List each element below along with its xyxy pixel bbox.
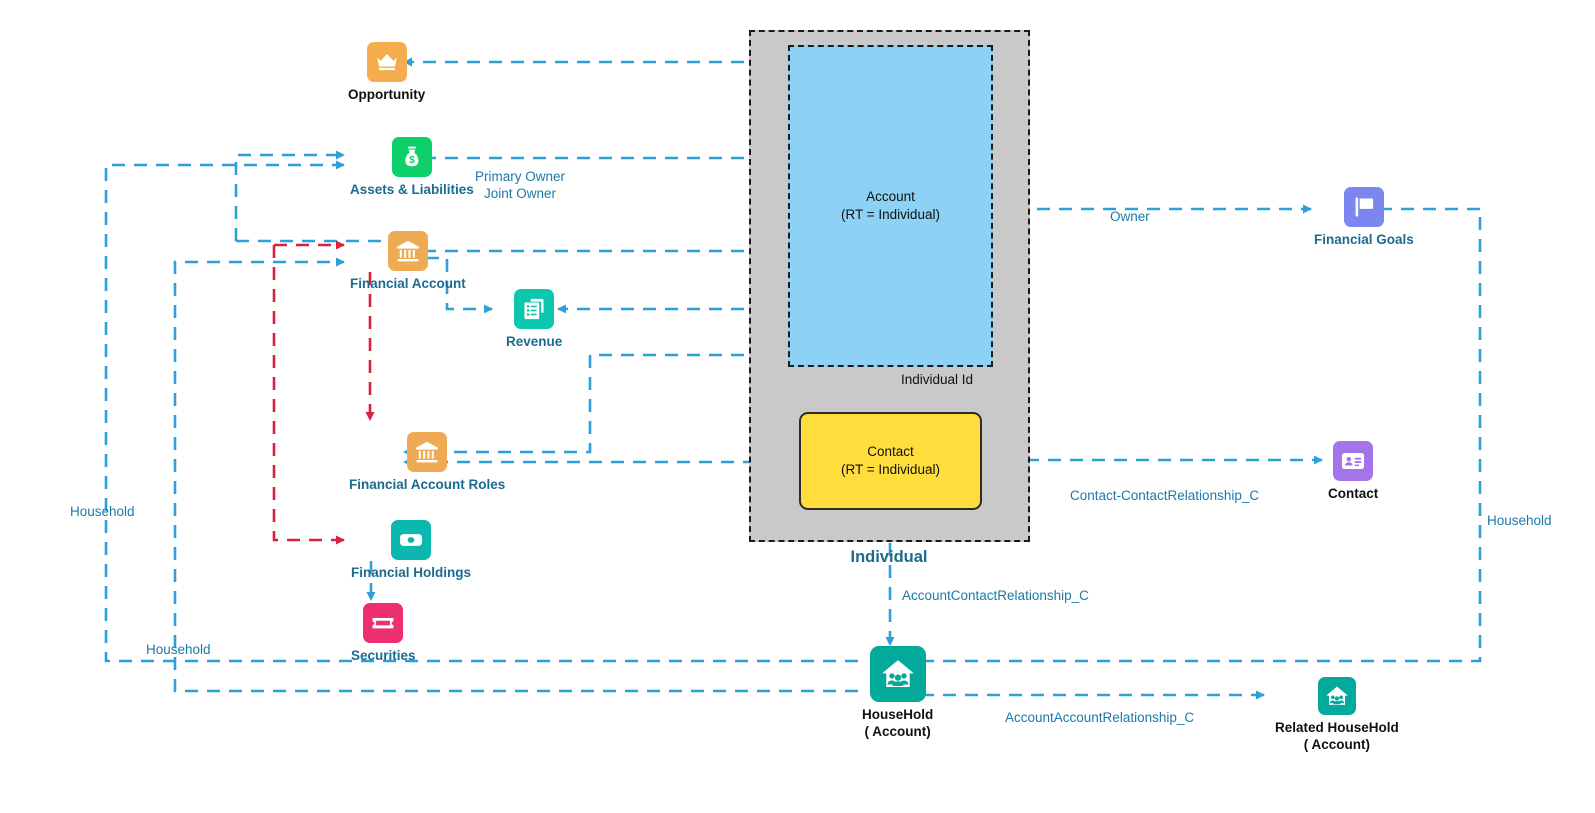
node-label-household-line1: HouseHold (862, 707, 934, 722)
node-financial-account[interactable]: Financial Account (350, 231, 466, 293)
node-revenue[interactable]: Revenue (506, 289, 562, 351)
edge-label-household-left-upper: Household (70, 504, 135, 519)
flag-icon (1343, 187, 1384, 227)
edge-label-contact-contact-relationship: Contact-ContactRelationship_C (1070, 488, 1260, 503)
group-title-individual: Individual (850, 548, 928, 566)
documents-icon (514, 289, 555, 329)
edge-label-primary-owner: Primary Owner (474, 169, 565, 184)
edge-label-account-account-relationship: AccountAccountRelationship_C (1005, 710, 1195, 725)
node-opportunity[interactable]: Opportunity (348, 42, 425, 104)
node-label-opportunity: Opportunity (348, 87, 426, 102)
contact-box[interactable]: Contact (RT = Individual) (799, 412, 982, 510)
bank-icon (407, 432, 448, 472)
diagram-canvas: Account (RT = Individual) Contact (RT = … (0, 0, 1595, 813)
contact-box-line1: Contact (867, 444, 914, 460)
crown-icon (366, 42, 407, 82)
node-label-related-household-line1: Related HouseHold (1275, 720, 1399, 735)
edge-inner-left-loop-assets (234, 150, 345, 241)
svg-text:$: $ (409, 155, 415, 166)
node-assets-liabilities[interactable]: $ Assets & Liabilities (350, 137, 474, 199)
account-box-text: Account (RT = Individual) (841, 188, 940, 223)
node-label-related-household: Related HouseHold ( Account) (1275, 720, 1399, 754)
contact-box-text: Contact (RT = Individual) (841, 443, 940, 478)
node-label-household: HouseHold ( Account) (862, 707, 933, 741)
node-label-financial-account: Financial Account (350, 276, 466, 291)
edge-label-household-left-lower: Household (146, 642, 211, 657)
edge-label-account-contact-relationship: AccountContactRelationship_C (902, 588, 1089, 603)
node-label-financial-account-roles: Financial Account Roles (349, 477, 506, 492)
node-securities[interactable]: Securities (351, 603, 416, 665)
node-household[interactable]: HouseHold ( Account) (862, 646, 933, 741)
account-box-line1: Account (866, 189, 915, 205)
edge-label-joint-owner: Joint Owner (483, 186, 557, 201)
household-icon (1317, 677, 1356, 715)
bank-icon (387, 231, 428, 271)
node-label-revenue: Revenue (506, 334, 563, 349)
node-label-household-line2: ( Account) (864, 723, 931, 739)
node-label-related-household-line2: ( Account) (1303, 736, 1371, 752)
node-label-assets-liabilities: Assets & Liabilities (350, 182, 474, 197)
edge-household-left-loop-assets (104, 160, 858, 663)
household-icon (869, 646, 926, 702)
node-label-securities: Securities (351, 648, 416, 663)
node-financial-goals[interactable]: Financial Goals (1314, 187, 1414, 249)
edge-label-individual-id: Individual Id (901, 372, 974, 387)
contact-card-icon (1333, 441, 1374, 481)
node-label-financial-holdings: Financial Holdings (351, 565, 472, 580)
banknote-icon (391, 520, 431, 560)
node-contact[interactable]: Contact (1328, 441, 1378, 503)
node-financial-account-roles[interactable]: Financial Account Roles (349, 432, 505, 494)
edge-label-household-right: Household (1487, 513, 1552, 528)
account-box[interactable]: Account (RT = Individual) (788, 45, 993, 367)
contact-box-line2: (RT = Individual) (841, 462, 940, 477)
money-bag-icon: $ (391, 137, 432, 177)
account-box-line2: (RT = Individual) (841, 207, 940, 222)
edge-label-owner: Owner (1110, 209, 1150, 224)
node-label-contact: Contact (1328, 486, 1379, 501)
edge-red-to-holdings (272, 245, 345, 545)
ticket-icon (363, 603, 404, 643)
node-related-household[interactable]: Related HouseHold ( Account) (1275, 677, 1399, 754)
node-label-financial-goals: Financial Goals (1314, 232, 1414, 247)
node-financial-holdings[interactable]: Financial Holdings (351, 520, 471, 582)
